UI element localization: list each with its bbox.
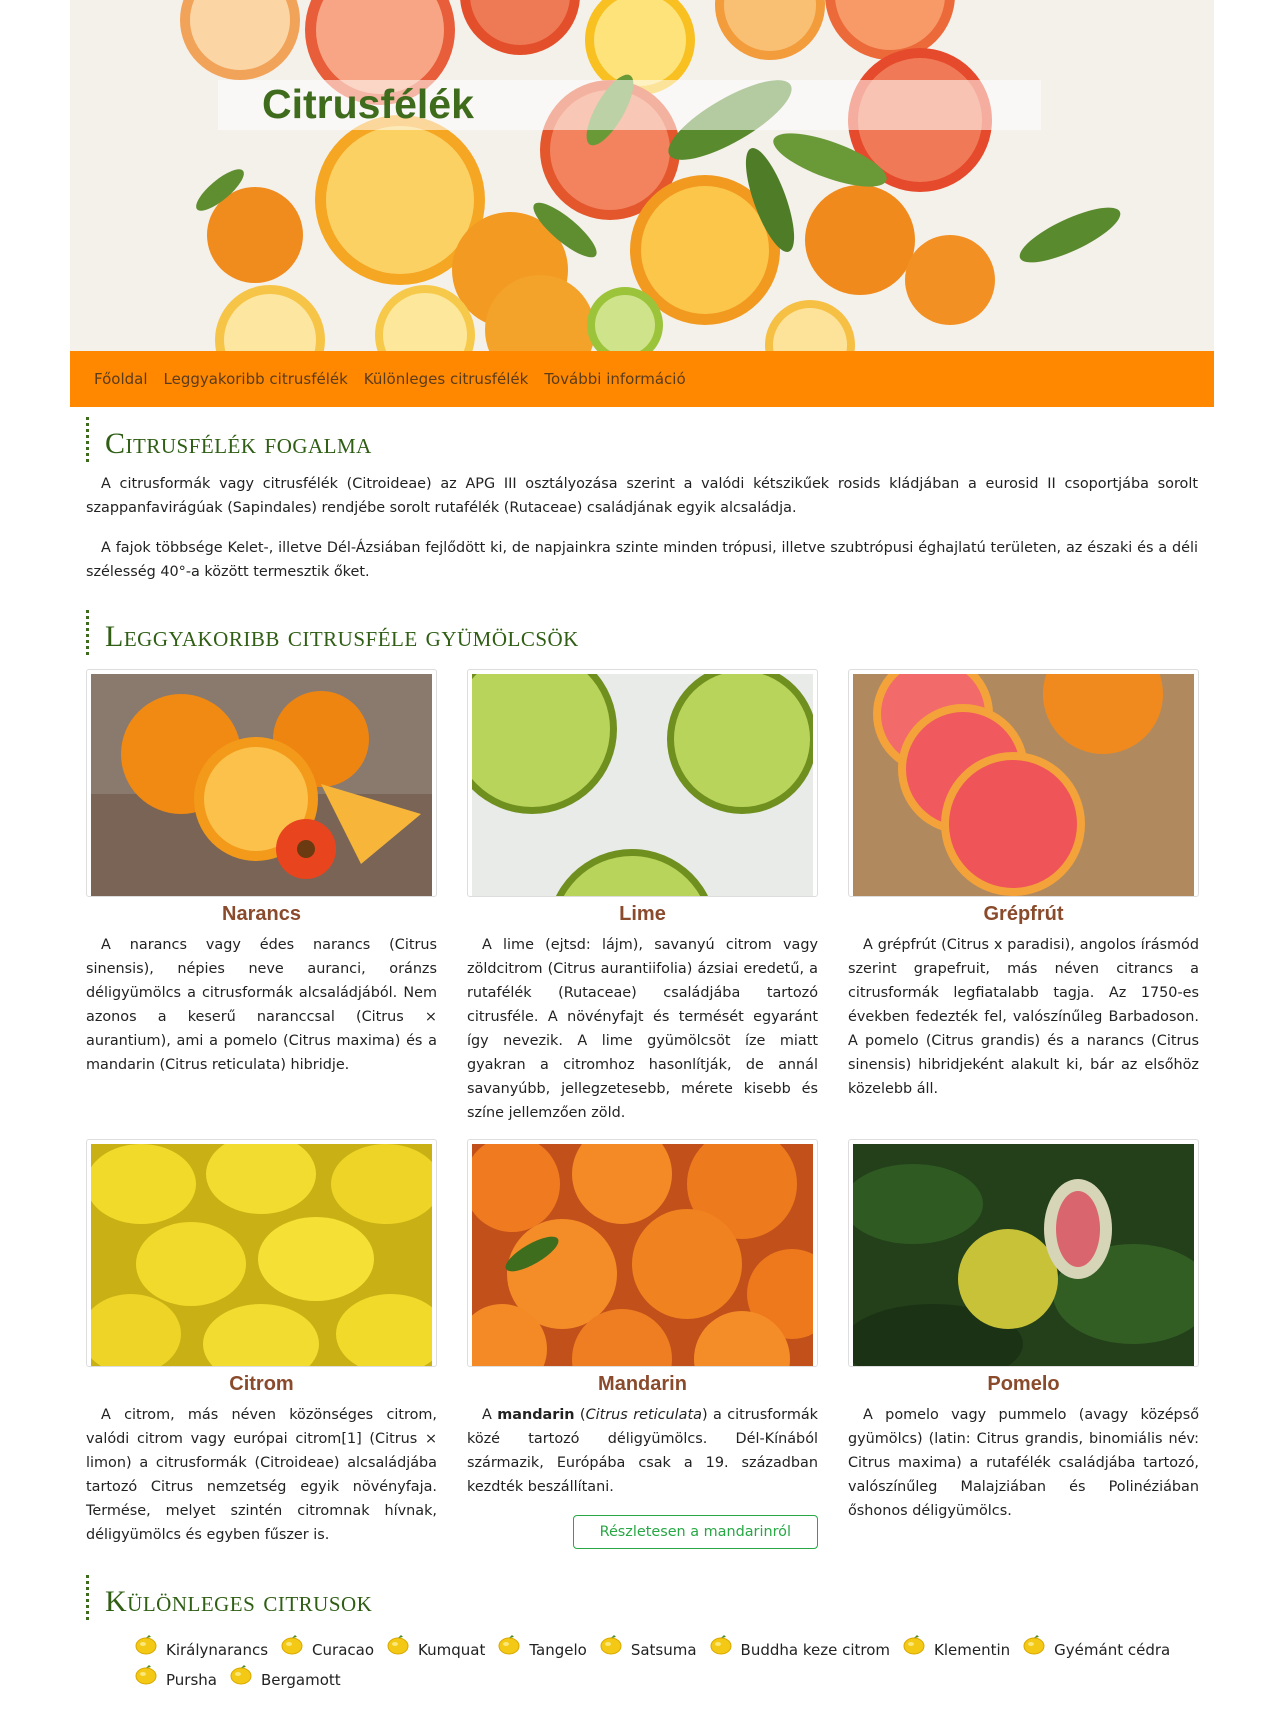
text-fragment: A	[482, 1407, 498, 1423]
fruit-card-citrom: Citrom A citrom, más néven közönséges ci…	[86, 1139, 437, 1549]
fruit-description: A citrom, más néven közönséges citrom, v…	[86, 1407, 437, 1543]
fruit-image-frame	[848, 1139, 1199, 1367]
section-heading: Leggyakoribb citrusféle gyümölcsök	[105, 620, 579, 653]
section-heading-wrap: Különleges citrusok	[86, 1575, 1198, 1620]
fruit-name: Narancs	[222, 903, 301, 925]
lemon-icon	[498, 1635, 520, 1655]
special-citrus-label: Buddha keze citrom	[740, 1641, 891, 1659]
mandarin-details-button[interactable]: Részletesen a mandarinról	[572, 1515, 818, 1549]
fruit-card-lime: Lime A lime (ejtsd: lájm), savanyú citro…	[467, 669, 818, 1125]
intro-paragraph: A citrusformák vagy citrusfélék (Citroid…	[86, 476, 1198, 516]
orange-photo	[91, 674, 432, 896]
special-citrus-item: Bergamott	[229, 1660, 341, 1690]
fruit-description: A narancs vagy édes narancs (Citrus sine…	[86, 937, 437, 1073]
common-fruits-section: Leggyakoribb citrusféle gyümölcsök Naran…	[70, 610, 1214, 1549]
fruit-card-pomelo: Pomelo A pomelo vagy pummelo (avagy közé…	[848, 1139, 1199, 1549]
text-bold: mandarin	[497, 1407, 575, 1423]
fruit-name: Citrom	[229, 1373, 294, 1395]
special-citrus-label: Satsuma	[630, 1641, 697, 1659]
special-citrus-label: Kumquat	[418, 1641, 486, 1659]
grapefruit-photo	[853, 674, 1194, 896]
fruit-name: Mandarin	[598, 1373, 687, 1395]
special-section: Különleges citrusok Királynarancs Curacao…	[70, 1575, 1214, 1690]
fruit-description: A lime (ejtsd: lájm), savanyú citrom vag…	[467, 937, 818, 1121]
page: Citrusfélék Főoldal Leggyakoribb citrusf…	[70, 0, 1214, 1690]
special-citrus-item: Kumquat	[386, 1630, 485, 1660]
hero-banner: Citrusfélék	[70, 0, 1214, 351]
special-citrus-label: Pursha	[166, 1671, 217, 1689]
section-heading: Citrusfélék fogalma	[105, 427, 372, 460]
nav-item-common[interactable]: Leggyakoribb citrusfélék	[164, 370, 348, 388]
fruit-description: A mandarin (Citrus reticulata) a citrusf…	[467, 1403, 818, 1499]
section-heading-wrap: Leggyakoribb citrusféle gyümölcsök	[86, 610, 1198, 655]
page-title: Citrusfélék	[262, 81, 474, 127]
special-citrus-item: Klementin	[902, 1630, 1010, 1660]
fruit-card-mandarin: Mandarin A mandarin (Citrus reticulata) …	[467, 1139, 818, 1549]
fruit-grid: Narancs A narancs vagy édes narancs (Cit…	[86, 669, 1199, 1549]
special-citrus-label: Klementin	[934, 1641, 1011, 1659]
special-citrus-item: Pursha	[134, 1660, 217, 1690]
special-citrus-item: Tangelo	[497, 1630, 587, 1660]
special-citrus-item: Curacao	[280, 1630, 374, 1660]
lemon-icon	[710, 1635, 732, 1655]
fruit-description: A grépfrút (Citrus x paradisi), angolos …	[848, 937, 1199, 1097]
nav-item-special[interactable]: Különleges citrusfélék	[364, 370, 529, 388]
fruit-description: A pomelo vagy pummelo (avagy középső gyü…	[848, 1407, 1199, 1519]
lemon-photo	[91, 1144, 432, 1366]
nav-item-more-info[interactable]: További információ	[544, 370, 685, 388]
special-citrus-list: Királynarancs Curacao Kumquat Tangelo Satsum…	[86, 1630, 1194, 1690]
nav-item-home[interactable]: Főoldal	[94, 370, 148, 388]
lemon-icon	[230, 1665, 252, 1685]
text-fragment: (	[574, 1407, 586, 1423]
pomelo-photo	[853, 1144, 1194, 1366]
lemon-icon	[600, 1635, 622, 1655]
fruit-image-frame	[467, 669, 818, 897]
section-heading-wrap: Citrusfélék fogalma	[86, 417, 1198, 462]
main-nav: Főoldal Leggyakoribb citrusfélék Különle…	[70, 351, 1214, 407]
special-citrus-label: Gyémánt cédra	[1054, 1641, 1171, 1659]
fruit-card-grepfrut: Grépfrút A grépfrút (Citrus x paradisi),…	[848, 669, 1199, 1125]
mandarin-photo	[472, 1144, 813, 1366]
lemon-icon	[281, 1635, 303, 1655]
special-citrus-label: Bergamott	[260, 1671, 341, 1689]
special-citrus-label: Tangelo	[529, 1641, 587, 1659]
special-citrus-item: Satsuma	[599, 1630, 697, 1660]
lemon-icon	[387, 1635, 409, 1655]
special-citrus-item: Buddha keze citrom	[709, 1630, 890, 1660]
section-heading: Különleges citrusok	[105, 1585, 373, 1618]
fruit-name: Pomelo	[987, 1373, 1060, 1395]
fruit-image-frame	[848, 669, 1199, 897]
text-italic: Citrus reticulata	[585, 1407, 702, 1423]
lemon-icon	[1023, 1635, 1045, 1655]
special-citrus-item: Királynarancs	[134, 1630, 268, 1660]
special-citrus-label: Királynarancs	[166, 1641, 269, 1659]
special-citrus-label: Curacao	[312, 1641, 375, 1659]
fruit-name: Lime	[619, 903, 666, 925]
lemon-icon	[903, 1635, 925, 1655]
fruit-image-frame	[86, 669, 437, 897]
intro-paragraph: A fajok többsége Kelet-, illetve Dél-Ázs…	[86, 540, 1198, 580]
fruit-image-frame	[467, 1139, 818, 1367]
special-citrus-item: Gyémánt cédra	[1022, 1630, 1170, 1660]
fruit-card-narancs: Narancs A narancs vagy édes narancs (Cit…	[86, 669, 437, 1125]
lime-photo	[472, 674, 813, 896]
fruit-image-frame	[86, 1139, 437, 1367]
lemon-icon	[135, 1635, 157, 1655]
lemon-icon	[135, 1665, 157, 1685]
citrus-hero-image	[70, 0, 1214, 351]
intro-section: Citrusfélék fogalma A citrusformák vagy …	[70, 417, 1214, 584]
fruit-name: Grépfrút	[983, 903, 1064, 925]
button-row: Részletesen a mandarinról	[467, 1515, 818, 1549]
